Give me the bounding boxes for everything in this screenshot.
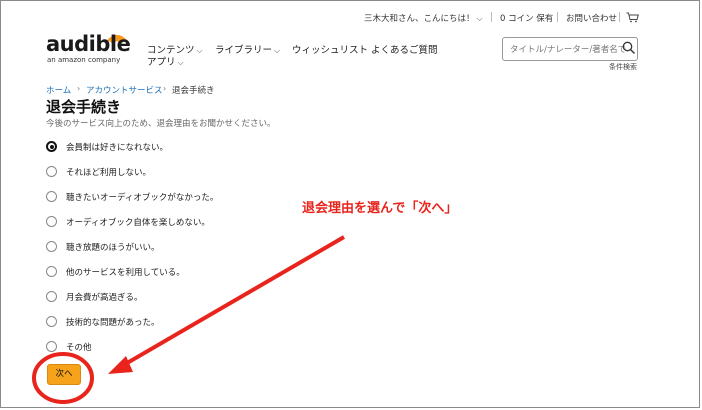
annotation-arrow-shaft [120, 235, 346, 368]
highlight-circle [32, 352, 94, 404]
annotation-overlay [32, 235, 346, 404]
annotation-arrow-head-icon [108, 356, 133, 374]
